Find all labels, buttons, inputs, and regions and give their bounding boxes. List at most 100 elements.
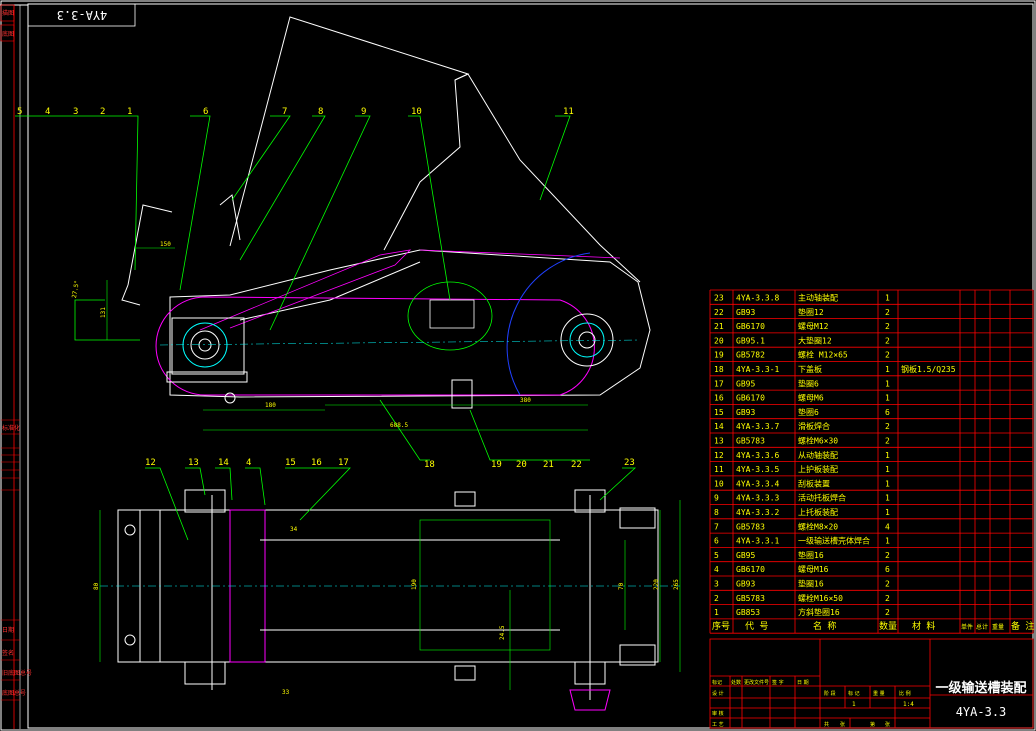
- callout-11: 11: [563, 107, 574, 117]
- bom-name: 螺栓M6×30: [798, 436, 838, 446]
- drawing-title: 一级输送槽装配: [935, 680, 1026, 696]
- bom-code: GB93: [736, 580, 755, 589]
- dim-plan-4: 220: [653, 579, 660, 590]
- bom-code: GB853: [736, 608, 760, 617]
- bom-name: 螺栓 M12×65: [798, 350, 848, 360]
- callout-7: 7: [282, 107, 287, 117]
- bom-name: 方斜垫圈16: [798, 607, 840, 617]
- dim-side-0: 150: [160, 241, 171, 248]
- tb-scale: 1:4: [903, 701, 914, 708]
- mirrored-code: 4YA-3.3: [57, 8, 108, 22]
- bom-header-weight: 重量: [992, 623, 1004, 631]
- bom-qty: 2: [885, 551, 890, 560]
- bom-qty: 1: [885, 294, 890, 303]
- bom-name: 垫圈16: [798, 579, 824, 589]
- callout-18: 18: [424, 460, 435, 470]
- tb-cell-13: 张: [840, 721, 845, 728]
- bom-table: 23 4YA-3.3.8 主动轴装配 122 GB93 垫圈12 221 GB6170 螺母M1…: [709, 289, 1034, 634]
- bom-name: 上托板装配: [798, 507, 838, 517]
- bom-code: GB6170: [736, 322, 765, 331]
- bom-name: 活动托板焊合: [798, 493, 846, 503]
- callout-10: 10: [411, 107, 422, 117]
- dim-plan-3: 24.5: [499, 625, 506, 640]
- dim-plan-0: 34: [290, 526, 298, 533]
- callout-9: 9: [361, 107, 366, 117]
- bom-no: 17: [714, 379, 724, 388]
- bom-name: 上护板装配: [798, 464, 838, 474]
- bom-code: GB5783: [736, 522, 765, 531]
- outer-frame: [0, 0, 1036, 731]
- bom-no: 11: [714, 465, 724, 474]
- dim-side-2: 131: [100, 307, 107, 318]
- callout-6: 6: [203, 107, 208, 117]
- left-strip-label-0: 描图: [2, 9, 14, 17]
- tb-cell-8: 阶 段: [824, 690, 836, 697]
- bom-code: GB5783: [736, 437, 765, 446]
- bom-qty: 1: [885, 394, 890, 403]
- callout-13: 13: [188, 458, 199, 468]
- tb-cell-7: 工 艺: [712, 722, 724, 728]
- bom-no: 10: [714, 479, 724, 488]
- tb-sheet: 1: [852, 701, 856, 708]
- bom-no: 7: [714, 522, 719, 531]
- bom-code: 4YA-3.3-1: [736, 365, 780, 374]
- left-strip-label-2: 标准化: [2, 424, 20, 432]
- bom-name: 螺母M16: [798, 564, 829, 574]
- bom-code: 4YA-3.3.1: [736, 537, 780, 546]
- bom-name: 螺栓M8×20: [798, 521, 838, 531]
- bom-header-material: 材 料: [912, 620, 935, 632]
- bom-no: 14: [714, 422, 724, 431]
- bom-no: 23: [714, 294, 724, 303]
- bom-header-single: 单件: [961, 623, 973, 631]
- bom-qty: 6: [885, 408, 890, 417]
- bom-name: 螺母M6: [798, 393, 824, 403]
- callout-12: 12: [145, 458, 156, 468]
- callout-4b: 4: [246, 458, 251, 468]
- dim-plan-2: 190: [411, 579, 418, 590]
- callout-19: 19: [491, 460, 502, 470]
- bom-name: 螺母M12: [798, 321, 829, 331]
- left-strip-label-6: 底图总号: [2, 689, 26, 697]
- bom-name: 从动轴装配: [798, 450, 838, 460]
- bom-qty: 6: [885, 565, 890, 574]
- bom-no: 16: [714, 394, 724, 403]
- callout-8: 8: [318, 107, 323, 117]
- bom-no: 4: [714, 565, 719, 574]
- callout-1: 1: [127, 107, 132, 117]
- callout-17: 17: [338, 458, 349, 468]
- side-dimensions: 150 27.5° 131 180 688.5 380: [71, 241, 588, 431]
- tb-cell-10: 重 量: [873, 690, 885, 697]
- tb-cell-4: 日 期: [797, 680, 809, 686]
- tb-cell-1: 处数: [731, 679, 741, 686]
- title-block: 标记 处数 更改文件号 签 字 日 期 设 计 审 核 工 艺 阶 段 标 记 …: [709, 638, 1034, 729]
- bom-name: 垫圈12: [798, 307, 824, 317]
- bom-qty: 1: [885, 508, 890, 517]
- bom-code: GB6170: [736, 565, 765, 574]
- dim-plan-1: 80: [93, 582, 100, 590]
- bom-code: 4YA-3.3.4: [736, 479, 780, 488]
- bom-no: 1: [714, 608, 719, 617]
- tb-cell-2: 更改文件号: [744, 679, 769, 686]
- callout-14: 14: [218, 458, 229, 468]
- bom-name: 垫圈6: [798, 407, 819, 417]
- bom-no: 9: [714, 494, 719, 503]
- bom-name: 垫圈16: [798, 550, 824, 560]
- side-view: [121, 16, 651, 409]
- bom-no: 6: [714, 537, 719, 546]
- callout-20: 20: [516, 460, 527, 470]
- dim-plan-5: 265: [673, 579, 680, 590]
- bom-qty: 2: [885, 322, 890, 331]
- drawing-code: 4YA-3.3: [956, 705, 1007, 719]
- plan-view: [100, 489, 680, 711]
- bom-no: 2: [714, 594, 719, 603]
- callout-2: 2: [100, 107, 105, 117]
- bom-code: GB95: [736, 551, 755, 560]
- bom-header-name: 名 称: [813, 620, 836, 632]
- bom-qty: 2: [885, 336, 890, 345]
- bom-name: 螺栓M16×50: [798, 593, 843, 603]
- bom-header-qty: 数量: [879, 620, 897, 632]
- mirrored-code-box: 4YA-3.3: [27, 3, 136, 27]
- bom-qty: 2: [885, 351, 890, 360]
- bom-name: 主动轴装配: [798, 293, 838, 303]
- callout-4: 4: [45, 107, 50, 117]
